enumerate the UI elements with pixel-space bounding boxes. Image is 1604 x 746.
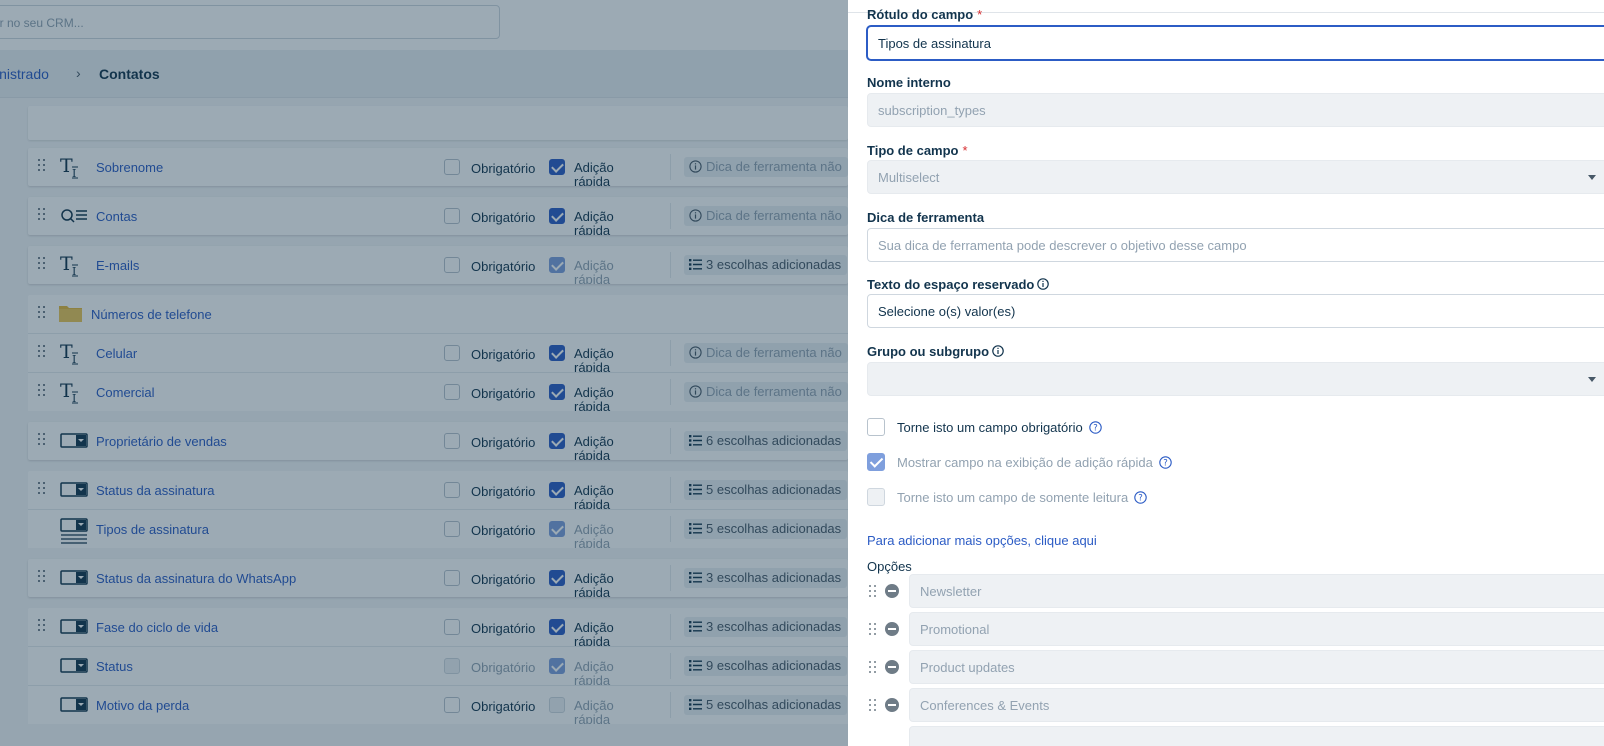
field-type-select: Multiselect bbox=[867, 160, 1604, 194]
field-type-title: Tipo de campo * bbox=[867, 143, 968, 158]
option-value: Conferences & Events bbox=[920, 698, 1050, 713]
read-only-checkbox[interactable] bbox=[867, 488, 885, 506]
help-icon[interactable]: ? bbox=[1088, 421, 1102, 434]
remove-option-icon[interactable] bbox=[885, 622, 899, 636]
drag-handle-icon[interactable] bbox=[869, 623, 877, 635]
option-row: Newsletter bbox=[848, 574, 1604, 608]
internal-name-value: subscription_types bbox=[878, 103, 986, 118]
drag-handle-icon[interactable] bbox=[869, 585, 877, 597]
field-label-title: Rótulo do campo * bbox=[867, 7, 983, 22]
option-input[interactable]: Newsletter bbox=[909, 574, 1604, 608]
read-only-checkbox-label: Torne isto um campo de somente leitura? bbox=[897, 490, 1147, 505]
required-asterisk: * bbox=[977, 7, 983, 22]
internal-name-input: subscription_types bbox=[867, 93, 1604, 127]
help-icon[interactable]: ? bbox=[1134, 491, 1147, 504]
field-label-value: Tipos de assinatura bbox=[878, 36, 991, 51]
required-checkbox-label: Torne isto um campo obrigatório? bbox=[897, 420, 1102, 435]
quick-add-checkbox[interactable] bbox=[867, 453, 885, 471]
option-input[interactable]: Conferences & Events bbox=[909, 688, 1604, 722]
quick-add-checkbox-label: Mostrar campo na exibição de adição rápi… bbox=[897, 455, 1172, 470]
drag-handle-icon[interactable] bbox=[869, 699, 877, 711]
info-icon[interactable] bbox=[992, 345, 1004, 357]
internal-name-title: Nome interno bbox=[867, 75, 951, 90]
remove-option-icon[interactable] bbox=[885, 698, 899, 712]
svg-text:?: ? bbox=[1093, 424, 1098, 434]
option-row: Product updates bbox=[848, 650, 1604, 684]
tooltip-input[interactable]: Sua dica de ferramenta pode descrever o … bbox=[867, 228, 1604, 262]
option-input[interactable] bbox=[909, 726, 1604, 746]
chevron-down-icon bbox=[1588, 377, 1596, 382]
placeholder-text-title: Texto do espaço reservado bbox=[867, 277, 1050, 292]
placeholder-text-input[interactable]: Selecione o(s) valor(es) bbox=[867, 294, 1604, 328]
help-icon[interactable]: ? bbox=[1159, 456, 1172, 469]
options-title: Opções bbox=[867, 559, 912, 574]
svg-text:?: ? bbox=[1163, 459, 1168, 469]
remove-option-icon[interactable] bbox=[885, 660, 899, 674]
field-type-value: Multiselect bbox=[878, 170, 940, 185]
option-value: Product updates bbox=[920, 660, 1015, 675]
tooltip-placeholder: Sua dica de ferramenta pode descrever o … bbox=[878, 238, 1247, 253]
field-label-input[interactable]: Tipos de assinatura bbox=[867, 26, 1604, 60]
group-title: Grupo ou subgrupo bbox=[867, 344, 1004, 359]
option-row: Promotional bbox=[848, 612, 1604, 646]
remove-option-icon[interactable] bbox=[885, 584, 899, 598]
option-row bbox=[848, 726, 1604, 746]
info-icon[interactable] bbox=[1037, 278, 1050, 290]
option-input[interactable]: Product updates bbox=[909, 650, 1604, 684]
option-input[interactable]: Promotional bbox=[909, 612, 1604, 646]
tooltip-title: Dica de ferramenta bbox=[867, 210, 985, 225]
add-options-link[interactable]: Para adicionar mais opções, clique aqui bbox=[867, 533, 1097, 548]
field-edit-panel: Rótulo do campo * Tipos de assinatura Nom… bbox=[848, 0, 1604, 746]
modal-backdrop[interactable] bbox=[0, 0, 848, 746]
option-row: Conferences & Events bbox=[848, 688, 1604, 722]
group-select bbox=[867, 362, 1604, 396]
required-asterisk: * bbox=[962, 143, 968, 158]
svg-text:?: ? bbox=[1138, 494, 1143, 504]
chevron-down-icon bbox=[1588, 175, 1596, 180]
drag-handle-icon[interactable] bbox=[869, 661, 877, 673]
required-checkbox[interactable] bbox=[867, 418, 885, 436]
option-value: Newsletter bbox=[920, 584, 982, 599]
option-value: Promotional bbox=[920, 622, 990, 637]
placeholder-text-value: Selecione o(s) valor(es) bbox=[878, 304, 1016, 319]
